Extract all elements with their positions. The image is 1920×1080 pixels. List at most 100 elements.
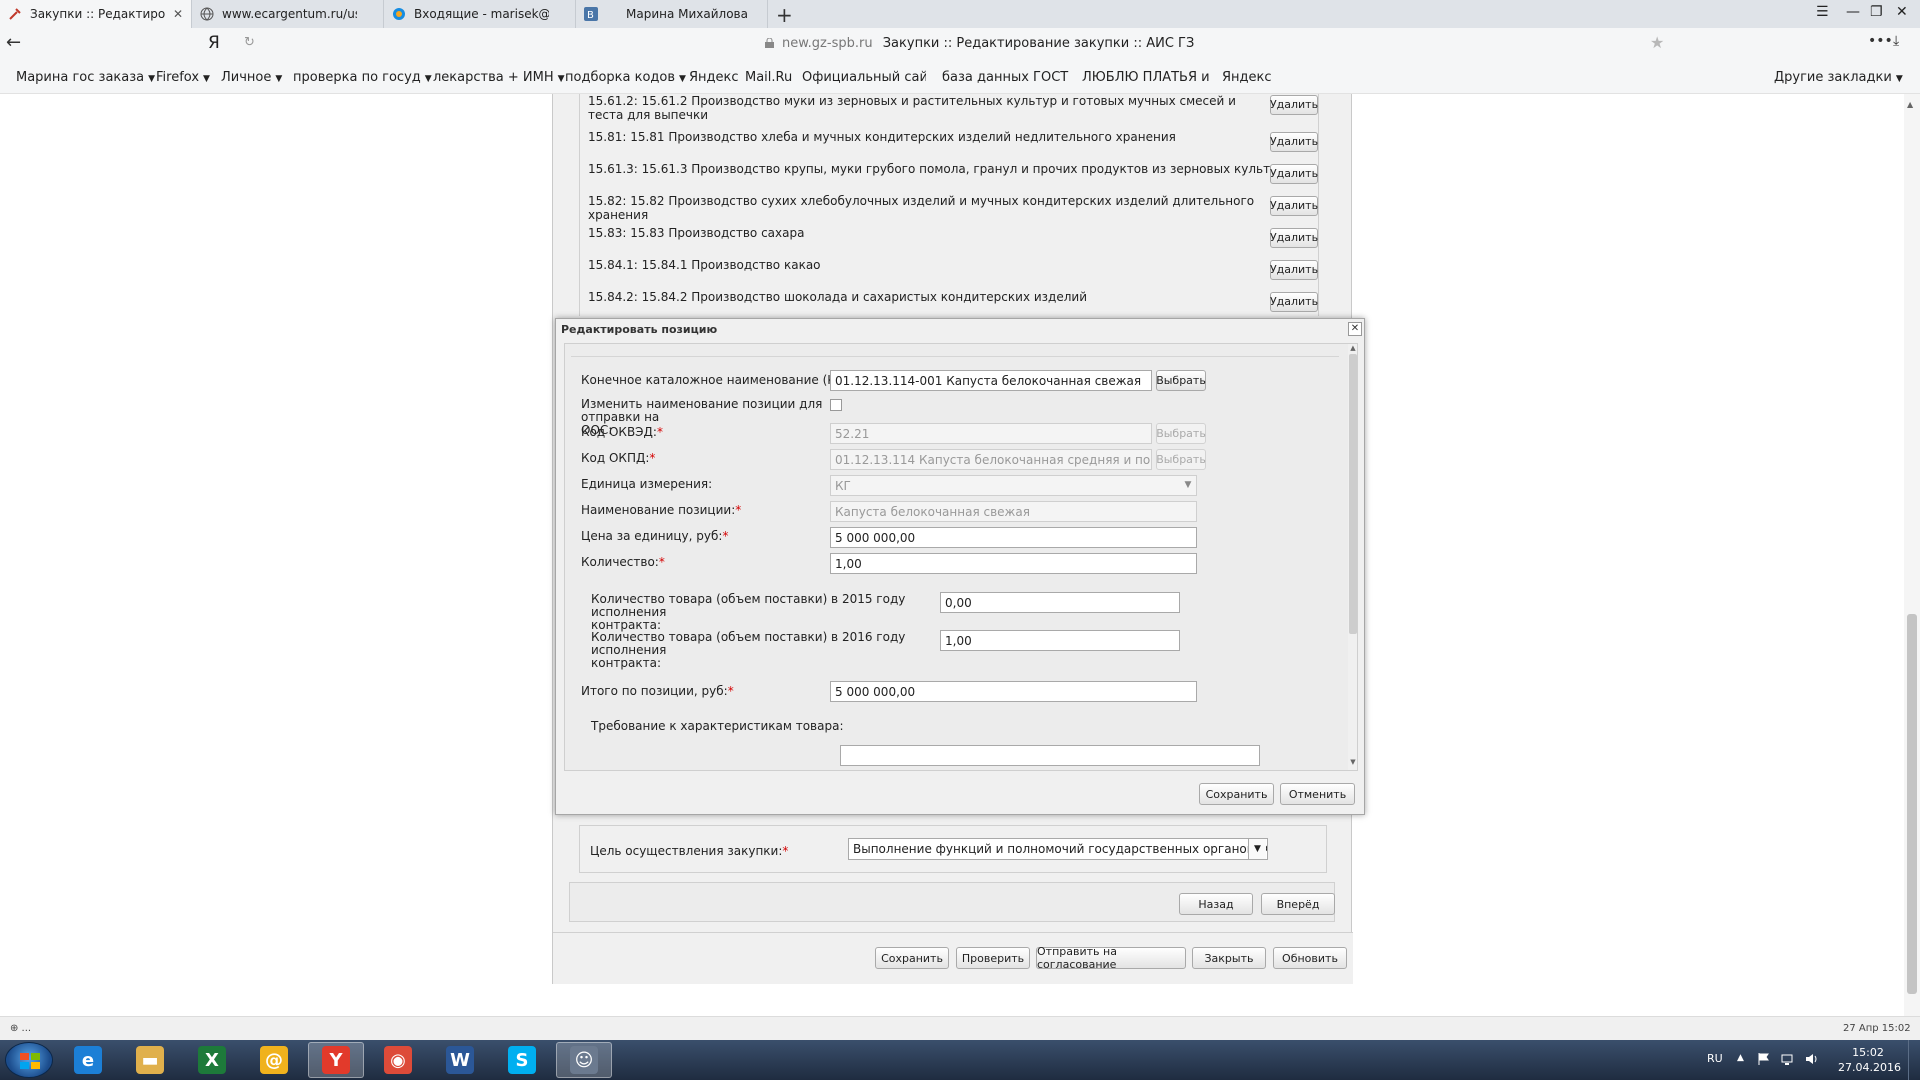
quantity-input[interactable]: 1,00	[830, 553, 1197, 574]
position-name-label: Наименование позиции:*	[581, 503, 742, 517]
tab-vk[interactable]: B Марина Михайлова	[576, 0, 768, 28]
delete-button[interactable]: Удалить	[1270, 292, 1318, 312]
kkn-select-button[interactable]: Выбрать	[1156, 370, 1206, 391]
bookmark-item[interactable]: Яндекс	[1222, 70, 1272, 85]
save-button[interactable]: Сохранить	[875, 947, 949, 969]
qty-2015-input[interactable]: 0,00	[940, 592, 1180, 613]
network-icon[interactable]	[1781, 1052, 1795, 1066]
taskbar-app-button[interactable]: @	[246, 1042, 302, 1078]
goal-select[interactable]: Выполнение функций и полномочий государс…	[848, 838, 1268, 860]
url-field[interactable]: new.gz-spb.ru Закупки :: Редактирование …	[782, 36, 1194, 51]
chevron-down-icon[interactable]: ▼	[1248, 839, 1266, 859]
dialog-cancel-button[interactable]: Отменить	[1280, 783, 1355, 805]
taskbar-app-button[interactable]: ▬	[122, 1042, 178, 1078]
okved-row-text: 15.82: 15.82 Производство сухих хлебобул…	[588, 194, 1255, 222]
bookmark-item[interactable]: подборка кодов ▼	[565, 70, 686, 85]
list-item: 15.81: 15.81 Производство хлеба и мучных…	[588, 130, 1318, 152]
restore-icon[interactable]: ❐	[1870, 4, 1883, 20]
bookmark-item[interactable]: Марина гос заказа ▼	[16, 70, 155, 85]
okpd-input: 01.12.13.114 Капуста белокочанная средня…	[830, 449, 1152, 470]
tab-label: Марина Михайлова	[626, 7, 748, 21]
url-host: new.gz-spb.ru	[782, 36, 873, 51]
taskbar-app-button[interactable]: W	[432, 1042, 488, 1078]
action-center-flag-icon[interactable]	[1757, 1052, 1771, 1066]
taskbar-app-button[interactable]: Y	[308, 1042, 364, 1078]
taskbar-app-button[interactable]: e	[60, 1042, 116, 1078]
requirements-table-header	[840, 745, 1260, 766]
taskbar-app-button[interactable]: ◉	[370, 1042, 426, 1078]
hamburger-menu-icon[interactable]: ☰	[1816, 4, 1829, 20]
status-datetime: 27 Апр 15:02	[1843, 1023, 1911, 1034]
bookmark-item[interactable]: база данных ГОСТ ТУ	[942, 70, 1070, 85]
tab-mail[interactable]: Входящие - marisek@mail.ru	[384, 0, 576, 28]
bookmark-item[interactable]: Mail.Ru	[745, 70, 792, 85]
tab-zakupki[interactable]: Закупки :: Редактировани ✕	[0, 0, 192, 28]
back-arrow-icon[interactable]: ←	[6, 32, 21, 53]
back-button[interactable]: Назад	[1179, 893, 1253, 915]
form-action-bar: Сохранить Проверить Отправить на согласо…	[553, 932, 1353, 984]
dialog-scrollbar[interactable]: ▲ ▼	[1348, 344, 1357, 770]
delete-button[interactable]: Удалить	[1270, 196, 1318, 216]
delete-button[interactable]: Удалить	[1270, 164, 1318, 184]
star-icon[interactable]: ★	[1650, 33, 1664, 52]
window-close-icon[interactable]: ✕	[1896, 4, 1908, 20]
clock-time: 15:02	[1852, 1046, 1884, 1059]
delete-button[interactable]: Удалить	[1270, 95, 1318, 115]
more-icon[interactable]: •••	[1868, 33, 1893, 49]
bookmark-item[interactable]: Личное ▼	[221, 70, 282, 85]
price-label: Цена за единицу, руб:*	[581, 529, 729, 543]
send-for-approval-button[interactable]: Отправить на согласование	[1036, 945, 1186, 971]
tray-clock[interactable]: 15:02 27.04.2016	[1838, 1045, 1901, 1075]
check-button[interactable]: Проверить	[956, 947, 1030, 969]
total-input[interactable]: 5 000 000,00	[830, 681, 1197, 702]
delete-button[interactable]: Удалить	[1270, 228, 1318, 248]
tray-expand-icon[interactable]: ▲	[1737, 1053, 1744, 1063]
scrollbar-thumb[interactable]	[1349, 354, 1357, 634]
minimize-icon[interactable]: —	[1846, 4, 1860, 20]
bookmark-item[interactable]: ЛЮБЛЮ ПЛАТЬЯ инт	[1082, 70, 1210, 85]
close-icon[interactable]: ✕	[1348, 322, 1362, 336]
dialog-footer: Сохранить Отменить	[556, 773, 1364, 813]
position-name-input: Капуста белокочанная свежая	[830, 501, 1197, 522]
excel-icon: X	[198, 1046, 226, 1074]
show-desktop-button[interactable]	[1908, 1040, 1920, 1080]
taskbar-app-button[interactable]: X	[184, 1042, 240, 1078]
scroll-down-icon[interactable]: ▼	[1348, 758, 1357, 766]
scrollbar-thumb[interactable]	[1907, 614, 1917, 994]
change-name-checkbox[interactable]	[830, 399, 842, 411]
download-icon[interactable]: ⤓	[1893, 33, 1899, 49]
tab-ecargentum[interactable]: www.ecargentum.ru/userupl	[192, 0, 384, 28]
dialog-header: Редактировать позицию ✕	[556, 319, 1364, 341]
language-indicator[interactable]: RU	[1707, 1052, 1723, 1065]
kkn-input[interactable]: 01.12.13.114-001 Капуста белокочанная св…	[830, 370, 1152, 391]
reload-icon[interactable]: ↻	[244, 35, 255, 50]
delete-button[interactable]: Удалить	[1270, 260, 1318, 280]
bookmark-item[interactable]: проверка по госуд ▼	[293, 70, 432, 85]
skype-icon: S	[508, 1046, 536, 1074]
bookmark-item[interactable]: Firefox ▼	[156, 70, 210, 85]
bookmark-item[interactable]: лекарства + ИМН ▼	[433, 70, 565, 85]
scroll-up-icon[interactable]: ▲	[1907, 100, 1913, 109]
next-button[interactable]: Вперёд	[1261, 893, 1335, 915]
price-input[interactable]: 5 000 000,00	[830, 527, 1197, 548]
volume-icon[interactable]	[1805, 1052, 1819, 1066]
close-button[interactable]: Закрыть	[1192, 947, 1266, 969]
close-icon[interactable]: ✕	[173, 7, 183, 21]
bookmark-other[interactable]: Другие закладки ▼	[1774, 70, 1903, 85]
edit-position-dialog: Редактировать позицию ✕ Конечное каталож…	[555, 318, 1365, 815]
start-button[interactable]	[5, 1042, 53, 1078]
new-tab-button[interactable]: +	[776, 3, 793, 27]
scroll-up-icon[interactable]: ▲	[1348, 344, 1357, 352]
page-scrollbar[interactable]: ▲	[1904, 94, 1920, 1016]
dialog-save-button[interactable]: Сохранить	[1199, 783, 1274, 805]
qty-2016-input[interactable]: 1,00	[940, 630, 1180, 651]
taskbar-app-button[interactable]: S	[494, 1042, 550, 1078]
refresh-button[interactable]: Обновить	[1273, 947, 1347, 969]
bookmark-item[interactable]: Официальный сайт З	[802, 70, 926, 85]
delete-button[interactable]: Удалить	[1270, 132, 1318, 152]
status-text: ⊕ ...	[10, 1023, 32, 1034]
taskbar-app-button[interactable]: ☺	[556, 1042, 612, 1078]
wizard-navigation: Назад Вперёд	[569, 882, 1335, 922]
bookmark-item[interactable]: Яндекс	[689, 70, 739, 85]
yandex-logo[interactable]: Я	[208, 33, 220, 53]
